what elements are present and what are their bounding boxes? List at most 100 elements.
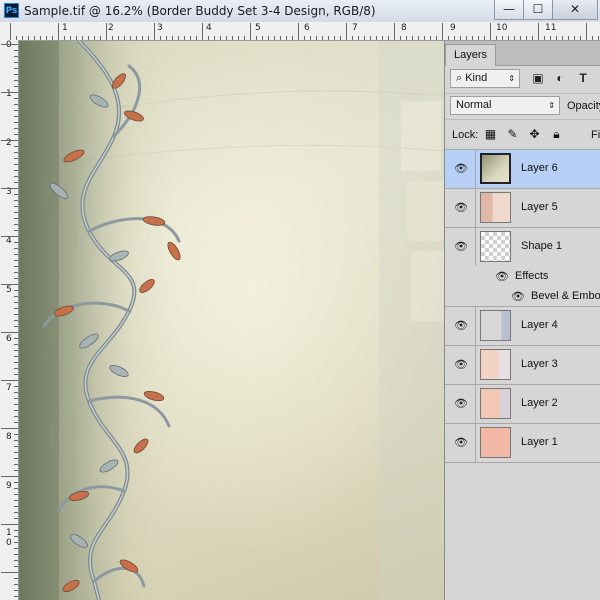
lock-all-icon[interactable]: 🔒︎	[550, 128, 563, 141]
ruler-tick	[14, 260, 18, 261]
ruler-tick	[598, 36, 599, 40]
ruler-tick	[14, 470, 18, 471]
ruler-tick	[14, 398, 18, 399]
horizontal-ruler[interactable]: 1 2 3 4 5 6 7 8 9 10 11	[0, 22, 600, 41]
close-button[interactable]: ✕	[552, 0, 598, 20]
lock-move-icon[interactable]: ✥	[528, 128, 541, 141]
adjustment-filter-icon[interactable]: ◐	[553, 71, 567, 85]
ruler-tick	[14, 110, 18, 111]
ruler-tick	[76, 36, 77, 40]
ruler-tick	[292, 36, 293, 40]
ruler-number: 9	[6, 481, 12, 491]
ruler-tick	[14, 410, 18, 411]
ruler-tick	[448, 36, 449, 40]
updown-arrows-icon: ⇕	[548, 101, 555, 110]
eye-icon[interactable]: 👁︎	[495, 270, 509, 283]
visibility-toggle[interactable]: 👁︎	[445, 307, 476, 345]
ruler-tick	[532, 36, 533, 40]
effects-row[interactable]: 👁︎ Effects	[445, 266, 600, 286]
tab-layers[interactable]: Layers	[445, 44, 497, 66]
blend-mode-row: Normal ⇕ Opacity	[445, 93, 600, 120]
image-filter-icon[interactable]: ▣	[531, 71, 545, 85]
ruler-tick	[508, 36, 509, 40]
ruler-tick	[14, 374, 18, 375]
layer-row-shape-1[interactable]: 👁︎ Shape 1	[445, 228, 600, 266]
ruler-tick	[148, 36, 149, 40]
type-filter-icon[interactable]: T	[576, 71, 590, 85]
ruler-tick	[14, 218, 18, 219]
ruler-number: 4	[6, 236, 12, 246]
layer-thumbnail	[480, 231, 511, 262]
layer-row-layer-2[interactable]: 👁︎ Layer 2	[445, 385, 600, 424]
ruler-tick	[14, 164, 18, 165]
layer-row-layer-4[interactable]: 👁︎ Layer 4	[445, 307, 600, 346]
ruler-number: 3	[157, 23, 163, 33]
ruler-tick	[14, 362, 18, 363]
ruler-tick	[14, 86, 18, 87]
effect-label: Bevel & Emboss	[531, 290, 600, 302]
layer-row-layer-6[interactable]: 👁︎ Layer 6	[445, 150, 600, 189]
ruler-tick	[250, 23, 251, 40]
ruler-tick	[14, 584, 18, 585]
visibility-toggle[interactable]: 👁︎	[445, 346, 476, 384]
ruler-tick	[226, 36, 227, 40]
updown-arrows-icon: ⇕	[508, 74, 515, 83]
ruler-tick	[14, 248, 18, 249]
effect-row-bevel-emboss[interactable]: 👁︎ Bevel & Emboss	[445, 286, 600, 306]
visibility-toggle[interactable]: 👁︎	[445, 228, 476, 266]
ruler-tick	[14, 266, 18, 267]
ruler-tick	[1, 572, 18, 573]
ruler-tick	[1, 236, 18, 237]
title-bar: Ps Sample.tif @ 16.2% (Border Buddy Set …	[0, 0, 600, 23]
layer-thumbnail	[480, 427, 511, 458]
ruler-tick	[14, 422, 18, 423]
minimize-button[interactable]: —	[494, 0, 524, 20]
ruler-number: 11	[545, 23, 557, 33]
ruler-tick	[586, 23, 587, 40]
ruler-tick	[94, 36, 95, 40]
layer-name: Layer 2	[521, 397, 558, 409]
ruler-tick	[14, 356, 18, 357]
visibility-toggle[interactable]: 👁︎	[445, 150, 476, 188]
ruler-tick	[14, 158, 18, 159]
ruler-tick	[14, 464, 18, 465]
visibility-toggle[interactable]: 👁︎	[445, 385, 476, 423]
ruler-tick	[14, 344, 18, 345]
ruler-tick	[14, 308, 18, 309]
visibility-toggle[interactable]: 👁︎	[445, 189, 476, 227]
layer-name: Layer 6	[521, 162, 558, 174]
ruler-tick	[14, 314, 18, 315]
ruler-tick	[14, 548, 18, 549]
ruler-tick	[166, 36, 167, 40]
document-canvas[interactable]	[19, 41, 444, 600]
layer-row-layer-1[interactable]: 👁︎ Layer 1	[445, 424, 600, 463]
ruler-tick	[14, 506, 18, 507]
fill-label: Fill	[591, 129, 600, 141]
ruler-number: 4	[206, 23, 212, 33]
lock-paint-icon[interactable]: ✎	[506, 128, 519, 141]
maximize-button[interactable]: ☐	[523, 0, 553, 20]
ruler-tick	[14, 536, 18, 537]
ruler-tick	[394, 23, 395, 40]
ruler-tick	[442, 23, 443, 40]
layer-thumbnail	[480, 349, 511, 380]
ruler-tick	[46, 36, 47, 40]
eye-icon[interactable]: 👁︎	[511, 290, 525, 303]
ruler-tick	[286, 36, 287, 40]
ruler-tick	[388, 36, 389, 40]
ruler-tick	[1, 140, 18, 141]
vertical-ruler[interactable]: 0 1 2 3 4 5 6 7 8 9 1 0	[0, 40, 19, 600]
ruler-tick	[14, 104, 18, 105]
blend-mode-select[interactable]: Normal ⇕	[450, 96, 560, 115]
ruler-tick	[184, 36, 185, 40]
ruler-tick	[580, 36, 581, 40]
ruler-tick	[538, 23, 539, 40]
layer-thumbnail	[480, 153, 511, 184]
kind-filter-select[interactable]: ⌕ Kind ⇕	[450, 69, 520, 88]
layer-row-layer-5[interactable]: 👁︎ Layer 5	[445, 189, 600, 228]
lock-transparent-icon[interactable]: ▦	[484, 128, 497, 141]
ruler-number: 8	[6, 432, 12, 442]
eye-icon: 👁︎	[454, 241, 468, 253]
visibility-toggle[interactable]: 👁︎	[445, 424, 476, 462]
layer-row-layer-3[interactable]: 👁︎ Layer 3	[445, 346, 600, 385]
